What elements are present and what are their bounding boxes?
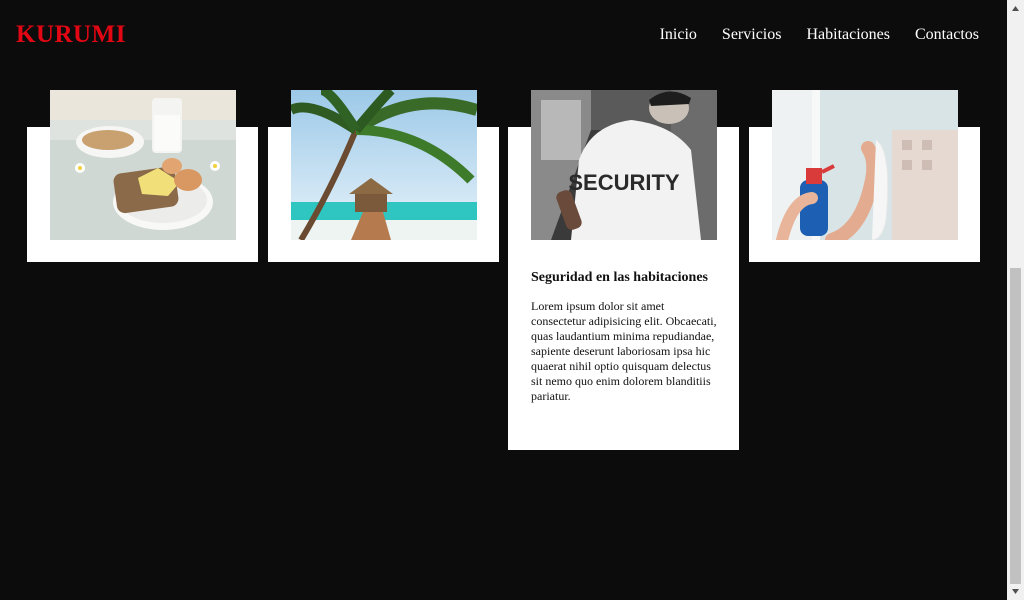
service-card-security[interactable]: SECURITY Seguridad en las habitaciones L… [508,90,739,450]
card-text: Lorem ipsum dolor sit amet consectetur a… [531,299,717,403]
security-guard-photo: SECURITY [531,90,717,240]
nav-item-habitaciones[interactable]: Habitaciones [806,25,890,45]
scroll-down-icon[interactable] [1007,583,1024,600]
nav-item-servicios[interactable]: Servicios [722,25,782,45]
page: KURUMI Inicio Servicios Habitaciones Con… [0,0,1024,600]
vertical-scrollbar[interactable] [1007,0,1024,600]
service-card-beach[interactable] [268,90,499,262]
scroll-thumb[interactable] [1010,268,1021,584]
brand-logo[interactable]: KURUMI [16,20,126,50]
nav-item-contactos[interactable]: Contactos [915,25,979,45]
scroll-up-icon[interactable] [1007,0,1024,17]
main-nav: Inicio Servicios Habitaciones Contactos [660,25,979,45]
card-title: Seguridad en las habitaciones [531,270,708,285]
service-card-breakfast[interactable] [27,90,258,262]
breakfast-photo [50,90,236,240]
beach-pier-photo [291,90,477,240]
service-card-cleaning[interactable] [749,90,980,262]
security-shirt-text: SECURITY [568,170,680,195]
cleaning-photo [772,90,958,240]
nav-item-inicio[interactable]: Inicio [660,25,697,45]
